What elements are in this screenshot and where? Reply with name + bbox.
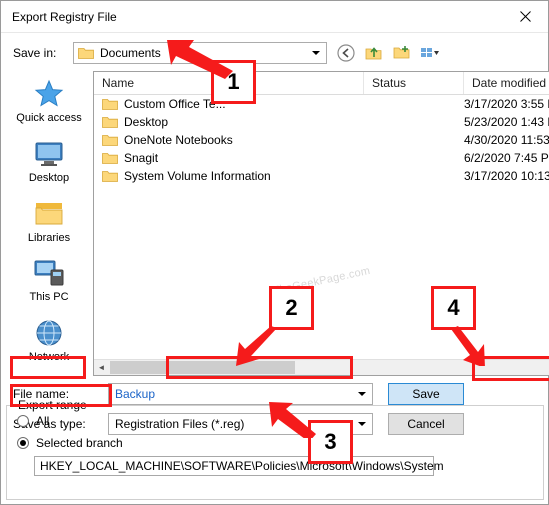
branch-path-value: HKEY_LOCAL_MACHINE\SOFTWARE\Policies\Mic… xyxy=(40,459,444,473)
this-pc-icon xyxy=(34,260,64,286)
annotation-highlight-file-name-label xyxy=(10,356,86,379)
dialog-title: Export Registry File xyxy=(12,9,117,24)
place-label: This PC xyxy=(29,291,69,304)
view-menu-button[interactable] xyxy=(419,42,441,64)
file-name-value: Backup xyxy=(115,387,156,401)
network-icon xyxy=(36,320,62,346)
back-icon xyxy=(337,44,355,62)
radio-selected-branch[interactable]: Selected branch xyxy=(17,436,543,450)
table-row[interactable]: OneNote Notebooks 4/30/2020 11:53 P xyxy=(94,131,549,149)
file-name-text: Desktop xyxy=(124,115,169,129)
export-registry-file-dialog: Export Registry File Save in: Documents xyxy=(0,0,549,505)
place-label: Quick access xyxy=(16,112,82,124)
back-button[interactable] xyxy=(335,42,357,64)
annotation-arrow-3 xyxy=(269,402,316,438)
folder-icon xyxy=(102,134,118,147)
radio-all-label: All xyxy=(36,414,50,428)
title-bar: Export Registry File xyxy=(1,1,548,33)
places-bar: Quick access Desktop Libraries This PC N… xyxy=(5,71,93,376)
up-one-level-button[interactable] xyxy=(363,42,385,64)
scroll-left-icon[interactable]: ◄ xyxy=(94,360,109,375)
table-row[interactable]: Snagit 6/2/2020 7:45 PM xyxy=(94,149,549,167)
place-label: Libraries xyxy=(27,231,71,244)
file-name-cell: System Volume Information xyxy=(94,169,364,183)
annotation-highlight-save-button xyxy=(472,356,549,381)
star-icon xyxy=(34,79,64,107)
chevron-down-icon xyxy=(358,392,366,396)
radio-selected-label: Selected branch xyxy=(36,436,123,450)
table-row[interactable]: Desktop 5/23/2020 1:43 PM xyxy=(94,113,549,131)
new-folder-icon xyxy=(393,46,410,59)
view-menu-icon xyxy=(421,48,439,57)
folder-icon xyxy=(78,46,94,60)
file-name-cell: OneNote Notebooks xyxy=(94,133,364,147)
annotation-highlight-save-as-type-label xyxy=(10,384,112,407)
annotation-highlight-file-name-field xyxy=(166,356,353,379)
folder-icon xyxy=(102,152,118,165)
file-date-cell: 3/17/2020 3:55 PM xyxy=(464,97,549,111)
file-list: Custom Office Te... 3/17/2020 3:55 PM De… xyxy=(94,95,549,359)
save-in-row: Save in: Documents xyxy=(1,39,548,67)
place-libraries[interactable]: Libraries xyxy=(5,197,93,255)
column-header-status[interactable]: Status xyxy=(364,72,464,94)
place-label: Desktop xyxy=(28,171,70,184)
folder-icon xyxy=(102,170,118,183)
file-name-cell: Desktop xyxy=(94,115,364,129)
file-date-cell: 3/17/2020 10:13 P xyxy=(464,169,549,183)
annotation-step-2: 2 xyxy=(269,286,314,330)
nav-buttons xyxy=(335,42,441,64)
save-in-label: Save in: xyxy=(13,46,57,60)
folder-icon xyxy=(102,116,118,129)
annotation-step-4: 4 xyxy=(431,286,476,330)
close-icon xyxy=(520,11,531,22)
save-button[interactable]: Save xyxy=(388,383,464,405)
column-header-date-modified[interactable]: Date modified xyxy=(464,72,549,94)
chevron-down-icon xyxy=(312,51,320,55)
radio-icon xyxy=(17,415,29,427)
table-row[interactable]: Custom Office Te... 3/17/2020 3:55 PM xyxy=(94,95,549,113)
file-date-cell: 4/30/2020 11:53 P xyxy=(464,133,549,147)
file-date-cell: 5/23/2020 1:43 PM xyxy=(464,115,549,129)
close-button[interactable] xyxy=(503,2,548,32)
annotation-arrow-1 xyxy=(167,40,233,79)
table-row[interactable]: System Volume Information 3/17/2020 10:1… xyxy=(94,167,549,185)
file-name-text: Snagit xyxy=(124,151,159,165)
radio-selected-icon xyxy=(17,437,29,449)
branch-path-input[interactable]: HKEY_LOCAL_MACHINE\SOFTWARE\Policies\Mic… xyxy=(34,456,444,476)
file-name-cell: Snagit xyxy=(94,151,364,165)
place-desktop[interactable]: Desktop xyxy=(5,137,93,195)
desktop-icon xyxy=(35,142,63,166)
new-folder-button[interactable] xyxy=(391,42,413,64)
file-name-text: System Volume Information xyxy=(124,169,271,183)
file-date-cell: 6/2/2020 7:45 PM xyxy=(464,151,549,165)
up-one-level-icon xyxy=(365,47,382,60)
file-name-text: OneNote Notebooks xyxy=(124,133,233,147)
save-in-value: Documents xyxy=(100,46,161,60)
place-quick-access[interactable]: Quick access xyxy=(5,77,93,135)
place-this-pc[interactable]: This PC xyxy=(5,256,93,314)
libraries-icon xyxy=(35,202,63,225)
file-name-input[interactable]: Backup xyxy=(108,383,373,405)
folder-icon xyxy=(102,98,118,111)
